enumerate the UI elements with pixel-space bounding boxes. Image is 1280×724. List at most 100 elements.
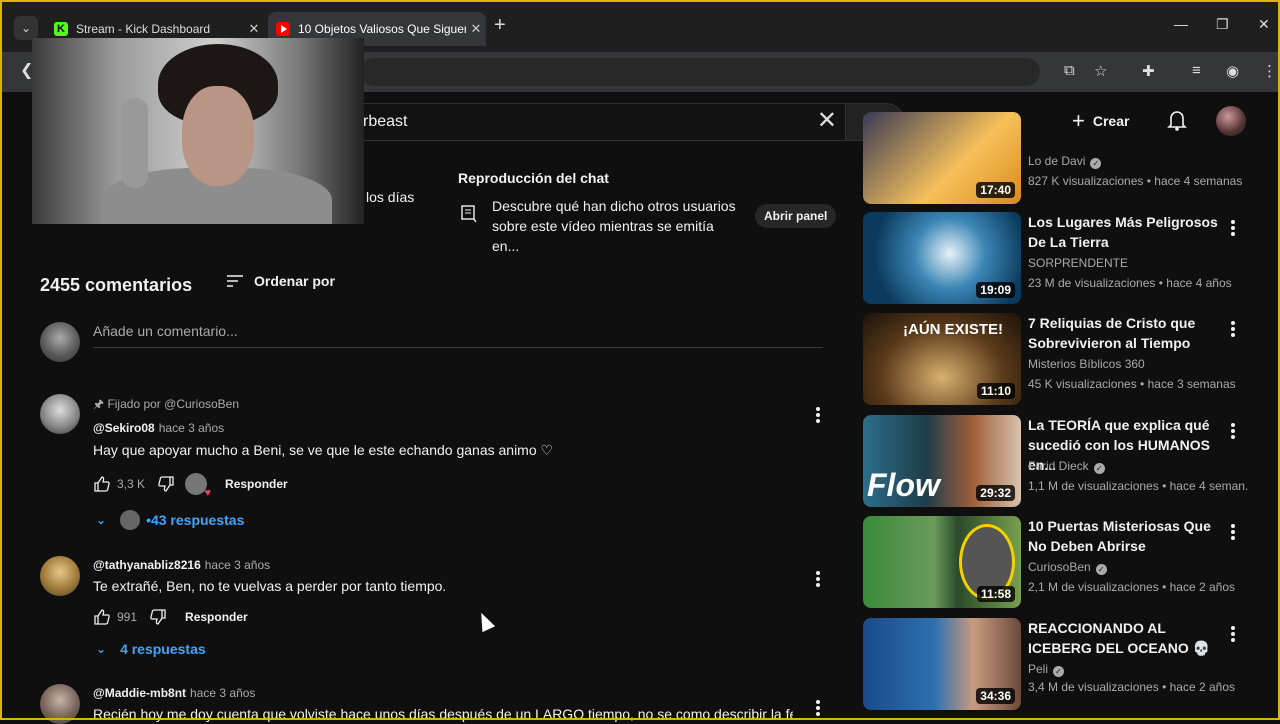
video-thumbnail[interactable]: ¡AÚN EXISTE! 11:10 <box>863 313 1021 405</box>
comment-text: Te extrañé, Ben, no te vuelvas a perder … <box>93 578 447 594</box>
comment-avatar[interactable] <box>40 394 80 434</box>
chat-replay-title: Reproducción del chat <box>458 170 609 186</box>
open-chat-panel-button[interactable]: Abrir panel <box>755 204 837 228</box>
video-meta: 23 M de visualizaciones • hace 4 años <box>1028 276 1232 290</box>
video-title[interactable]: REACCIONANDO AL ICEBERG DEL OCEANO 💀 <box>1028 618 1228 658</box>
address-bar[interactable] <box>360 58 1040 86</box>
pin-icon: 🖈 <box>93 397 108 411</box>
my-avatar <box>40 322 80 362</box>
video-duration: 34:36 <box>976 688 1015 704</box>
video-menu-icon[interactable] <box>1231 319 1235 339</box>
search-box[interactable]: rbeast ✕ <box>290 103 845 141</box>
channel-name[interactable]: Lo de Davi ✓ <box>1028 154 1102 169</box>
video-meta: 827 K visualizaciones • hace 4 semanas <box>1028 174 1243 188</box>
video-duration: 11:10 <box>976 383 1015 399</box>
comment-avatar[interactable] <box>40 556 80 596</box>
creator-avatar <box>120 510 141 530</box>
browser-menu-icon[interactable]: ⋮ <box>1262 62 1277 80</box>
video-thumbnail[interactable]: 19:09 <box>863 212 1021 304</box>
video-meta: 2,1 M de visualizaciones • hace 2 años <box>1028 580 1235 594</box>
related-video[interactable]: 11:58 10 Puertas Misteriosas Que No Debe… <box>863 516 1253 612</box>
kick-icon: K <box>54 22 68 36</box>
verified-icon: ✓ <box>1093 463 1105 474</box>
chat-replay-description: Descubre qué han dicho otros usuarios so… <box>492 198 736 254</box>
comment-age[interactable]: hace 3 años <box>190 686 255 700</box>
related-video[interactable]: 34:36 REACCIONANDO AL ICEBERG DEL OCEANO… <box>863 618 1253 714</box>
dislike-icon[interactable] <box>157 475 175 493</box>
mouse-cursor <box>474 609 496 633</box>
related-video[interactable]: 19:09 Los Lugares Más Peligrosos De La T… <box>863 212 1253 308</box>
install-app-icon[interactable]: ⧉ <box>1064 62 1075 79</box>
related-video[interactable]: Flow 29:32 La TEORÍA que explica qué suc… <box>863 415 1253 511</box>
video-duration: 29:32 <box>976 485 1015 501</box>
new-tab-button[interactable]: + <box>494 14 506 37</box>
video-menu-icon[interactable] <box>1231 218 1235 238</box>
comment-actions: 3,3 K Responder <box>93 473 288 499</box>
video-menu-icon[interactable] <box>1231 522 1235 542</box>
description-fragment: los días <box>366 189 415 205</box>
video-meta: 45 K visualizaciones • hace 3 semanas <box>1028 377 1236 391</box>
reply-button[interactable]: Responder <box>225 477 288 491</box>
comment-menu-icon[interactable] <box>816 569 820 589</box>
channel-name[interactable]: CuriosoBen ✓ <box>1028 560 1107 575</box>
comment-author[interactable]: @Maddie-mb8nt hace 3 años <box>93 686 255 700</box>
verified-icon: ✓ <box>1053 666 1065 677</box>
comment-menu-icon[interactable] <box>816 698 820 718</box>
video-thumbnail[interactable]: Flow 29:32 <box>863 415 1021 507</box>
comment-age[interactable]: hace 3 años <box>205 558 270 572</box>
channel-name[interactable]: Misterios Bíblicos 360 <box>1028 357 1145 371</box>
media-control-icon[interactable]: ≡ <box>1192 62 1201 79</box>
comment-author[interactable]: @Sekiro08 hace 3 años <box>93 421 224 435</box>
studio-microphone <box>122 98 148 188</box>
channel-name[interactable]: SORPRENDENTE <box>1028 256 1128 270</box>
sort-label: Ordenar por <box>254 273 335 289</box>
like-icon[interactable] <box>93 608 111 626</box>
video-duration: 19:09 <box>976 282 1015 298</box>
comment-menu-icon[interactable] <box>816 405 820 425</box>
video-menu-icon[interactable] <box>1231 421 1235 441</box>
video-thumbnail[interactable]: 11:58 <box>863 516 1021 608</box>
comment-age[interactable]: hace 3 años <box>159 421 224 435</box>
video-title[interactable]: Los Lugares Más Peligrosos De La Tierra <box>1028 212 1228 252</box>
chat-icon <box>461 205 477 223</box>
channel-name[interactable]: Farid Dieck ✓ <box>1028 459 1105 474</box>
profile-icon[interactable]: ◉ <box>1226 62 1239 80</box>
like-icon[interactable] <box>93 475 111 493</box>
view-replies-button[interactable]: ⌄ 4 respuestas <box>96 641 206 657</box>
sort-comments-button[interactable]: Ordenar por <box>226 273 335 289</box>
tab-search-dropdown[interactable]: ⌄ <box>14 16 38 40</box>
thumbnail-text: Flow <box>867 467 940 503</box>
related-video[interactable]: ¡AÚN EXISTE! 11:10 7 Reliquias de Cristo… <box>863 313 1253 409</box>
video-thumbnail[interactable]: 17:40 <box>863 112 1021 204</box>
bookmark-star-icon[interactable]: ☆ <box>1094 62 1107 80</box>
webcam-overlay <box>32 38 364 224</box>
tab-close-icon[interactable]: ✕ <box>244 21 264 37</box>
video-title[interactable]: 7 Reliquias de Cristo que Sobrevivieron … <box>1028 313 1228 353</box>
verified-icon: ✓ <box>1095 564 1107 575</box>
channel-name[interactable]: Peli ✓ <box>1028 662 1065 677</box>
chevron-down-icon: ⌄ <box>96 642 107 656</box>
comment-author[interactable]: @tathyanabliz8216 hace 3 años <box>93 558 270 572</box>
like-count: 3,3 K <box>117 477 146 491</box>
restore-icon[interactable]: ❐ <box>1216 16 1229 33</box>
add-comment-input[interactable]: Añade un comentario... <box>93 323 823 348</box>
youtube-icon <box>276 22 290 36</box>
thumbnail-text: ¡AÚN EXISTE! <box>903 321 1004 338</box>
close-window-icon[interactable]: ✕ <box>1258 16 1270 33</box>
clear-search-icon[interactable]: ✕ <box>817 106 837 135</box>
minimize-icon[interactable]: — <box>1174 16 1188 32</box>
related-video[interactable]: 17:40 Lo de Davi ✓ 827 K visualizaciones … <box>863 112 1253 208</box>
extensions-icon[interactable]: ✚ <box>1142 62 1155 80</box>
video-meta: 1,1 M de visualizaciones • hace 4 seman.… <box>1028 479 1248 493</box>
tab-close-icon[interactable]: ✕ <box>466 21 486 37</box>
view-replies-button[interactable]: ⌄ • 43 respuestas <box>96 510 244 530</box>
video-thumbnail[interactable]: 34:36 <box>863 618 1021 710</box>
video-menu-icon[interactable] <box>1231 624 1235 644</box>
search-input[interactable]: rbeast <box>363 113 407 131</box>
video-title[interactable]: 10 Puertas Misteriosas Que No Deben Abri… <box>1028 516 1228 556</box>
dislike-icon[interactable] <box>149 608 167 626</box>
comment-avatar[interactable] <box>40 684 80 724</box>
reply-button[interactable]: Responder <box>185 610 248 624</box>
sort-icon <box>227 275 243 287</box>
comment-count: 2455 comentarios <box>40 275 193 295</box>
